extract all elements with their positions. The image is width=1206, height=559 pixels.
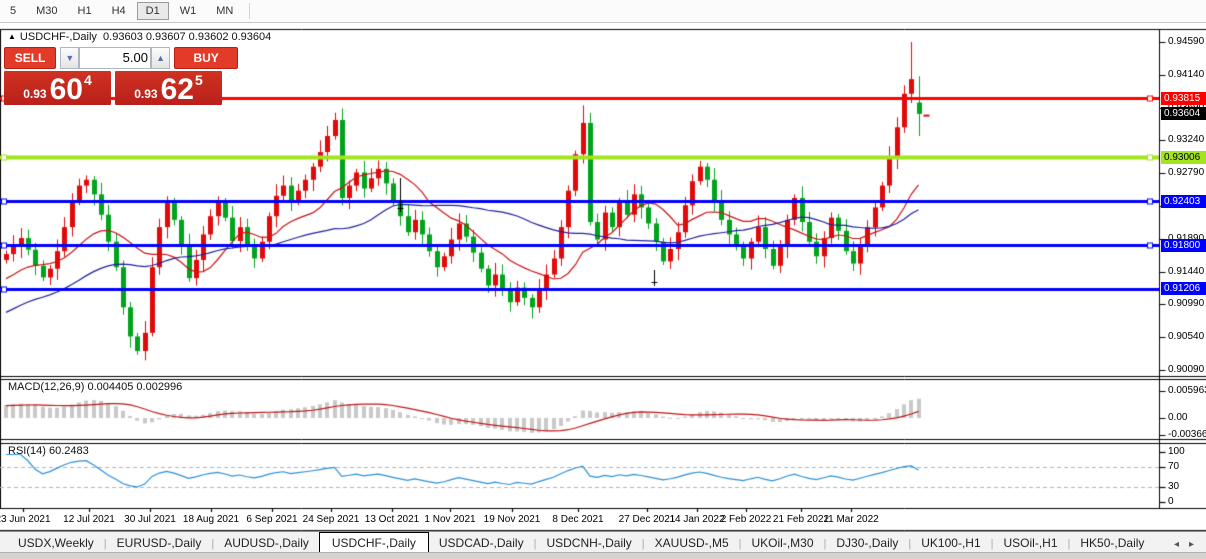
chevron-up-icon: ▲: [156, 53, 165, 63]
timeframe-button-h4[interactable]: H4: [103, 2, 135, 20]
date-axis-label: 13 Oct 2021: [365, 514, 419, 525]
date-axis-label: 27 Dec 2021: [619, 514, 676, 525]
symbol-tab-bar: USDX,Weekly|EURUSD-,Daily|AUDUSD-,DailyU…: [0, 531, 1206, 553]
timeframe-toolbar: 5M30H1H4D1W1MN: [0, 0, 1206, 23]
date-axis-label: 8 Dec 2021: [552, 514, 603, 525]
chart-ohlc-values: 0.93603 0.93607 0.93602 0.93604: [103, 31, 271, 43]
rsi-axis-tick-label: 30: [1168, 481, 1179, 492]
trading-terminal: 5M30H1H4D1W1MN ▲USDCHF-,Daily 0.93603 0.…: [0, 0, 1206, 559]
date-axis-label: 24 Sep 2021: [303, 514, 360, 525]
price-axis-tick-label: 0.93240: [1168, 134, 1204, 145]
date-axis-label: 2 Feb 2022: [721, 514, 772, 525]
symbol-tab-ukoil-m30[interactable]: UKOil-,M30: [742, 533, 824, 553]
current-price-badge: 0.93604: [1161, 107, 1206, 120]
timeframe-button-d1[interactable]: D1: [137, 2, 169, 20]
symbol-tab-usdcad-daily[interactable]: USDCAD-,Daily: [429, 533, 534, 553]
date-axis-label: 18 Aug 2021: [183, 514, 239, 525]
sell-price-big: 60: [50, 75, 83, 105]
collapse-triangle-icon[interactable]: ▲: [8, 32, 16, 41]
volume-decrease-button[interactable]: ▼: [60, 47, 79, 69]
timeframe-button-mn[interactable]: MN: [207, 2, 242, 20]
macd-axis-tick-label: 0.005963: [1168, 385, 1206, 396]
rsi-indicator-label: RSI(14) 60.2483: [8, 445, 89, 457]
sell-quote[interactable]: 0.93 60 4: [4, 71, 111, 105]
symbol-tab-usdcnh-daily[interactable]: USDCNH-,Daily: [536, 533, 641, 553]
timeframe-button-m30[interactable]: M30: [27, 2, 66, 20]
price-axis-tick-label: 0.94140: [1168, 69, 1204, 80]
symbol-tabs: USDX,Weekly|EURUSD-,Daily|AUDUSD-,DailyU…: [8, 532, 1154, 553]
volume-increase-button[interactable]: ▲: [151, 47, 170, 69]
price-axis-tick-label: 0.94590: [1168, 36, 1204, 47]
buy-price-sup: 5: [195, 72, 203, 88]
date-axis-label: 1 Nov 2021: [424, 514, 475, 525]
tab-scroll-controls: ◂ ▸: [1174, 539, 1206, 553]
buy-button[interactable]: BUY: [174, 47, 238, 69]
symbol-tab-uk100-h1[interactable]: UK100-,H1: [911, 533, 990, 553]
date-axis-label: 21 Feb 2022: [773, 514, 829, 525]
timeframe-button-w1[interactable]: W1: [171, 2, 206, 20]
symbol-tab-usdchf-daily[interactable]: USDCHF-,Daily: [319, 532, 429, 554]
rsi-axis-tick-label: 0: [1168, 496, 1174, 507]
tab-scroll-right-icon[interactable]: ▸: [1189, 539, 1194, 550]
symbol-tab-usdx-weekly[interactable]: USDX,Weekly: [8, 533, 104, 553]
date-axis-label: 12 Jul 2021: [63, 514, 115, 525]
macd-axis-tick-label: 0.00: [1168, 412, 1187, 423]
rsi-axis-tick-label: 100: [1168, 446, 1185, 457]
symbol-tab-hk50-daily[interactable]: HK50-,Daily: [1070, 533, 1154, 553]
price-axis-tick-label: 0.90540: [1168, 331, 1204, 342]
rsi-axis-tick-label: 70: [1168, 461, 1179, 472]
date-axis-label: 19 Nov 2021: [484, 514, 541, 525]
chart-symbol-period: USDCHF-,Daily: [20, 31, 97, 43]
chart-title: ▲ USDCHF-,Daily 0.93603 0.93607 0.93602 0…: [8, 31, 271, 43]
volume-input[interactable]: 5.00: [79, 47, 150, 69]
buy-quote[interactable]: 0.93 62 5: [115, 71, 222, 105]
price-line-badge[interactable]: 0.93815: [1161, 92, 1206, 105]
timeframe-button-h1[interactable]: H1: [69, 2, 101, 20]
date-axis-label: 30 Jul 2021: [124, 514, 176, 525]
buy-price-prefix: 0.93: [134, 87, 157, 101]
symbol-tab-audusd-daily[interactable]: AUDUSD-,Daily: [214, 533, 319, 553]
sell-price-prefix: 0.93: [23, 87, 46, 101]
price-line-badge[interactable]: 0.92403: [1161, 195, 1206, 208]
tab-scroll-left-icon[interactable]: ◂: [1174, 539, 1179, 550]
price-axis-tick-label: 0.90990: [1168, 298, 1204, 309]
sell-price-sup: 4: [84, 72, 92, 88]
chevron-down-icon: ▼: [65, 53, 74, 63]
date-axis-label: 11 Mar 2022: [823, 514, 878, 525]
status-bar: [0, 552, 1206, 559]
date-axis-label: 6 Sep 2021: [246, 514, 297, 525]
price-axis-tick-label: 0.90090: [1168, 364, 1204, 375]
timeframe-button-5[interactable]: 5: [1, 2, 25, 20]
price-line-badge[interactable]: 0.91800: [1161, 239, 1206, 252]
symbol-tab-eurusd-daily[interactable]: EURUSD-,Daily: [107, 533, 212, 553]
macd-indicator-label: MACD(12,26,9) 0.004405 0.002996: [8, 381, 182, 393]
price-line-badge[interactable]: 0.91206: [1161, 282, 1206, 295]
price-axis-tick-label: 0.91440: [1168, 266, 1204, 277]
buy-price-big: 62: [161, 75, 194, 105]
one-click-trade-panel: SELL ▼ 5.00 ▲ BUY 0.93 60 4 0.93 62 5: [4, 47, 238, 105]
symbol-tab-usoil-h1[interactable]: USOil-,H1: [994, 533, 1068, 553]
macd-axis-tick-label: -0.003664: [1168, 429, 1206, 440]
toolbar-separator: [249, 3, 250, 19]
price-line-badge[interactable]: 0.93006: [1161, 151, 1206, 164]
symbol-tab-xauusd-m5[interactable]: XAUUSD-,M5: [645, 533, 739, 553]
date-axis-label: 14 Jan 2022: [669, 514, 724, 525]
symbol-tab-dj30-daily[interactable]: DJ30-,Daily: [826, 533, 908, 553]
sell-button[interactable]: SELL: [4, 47, 56, 69]
date-axis-label: 23 Jun 2021: [0, 514, 51, 525]
price-axis-tick-label: 0.92790: [1168, 167, 1204, 178]
